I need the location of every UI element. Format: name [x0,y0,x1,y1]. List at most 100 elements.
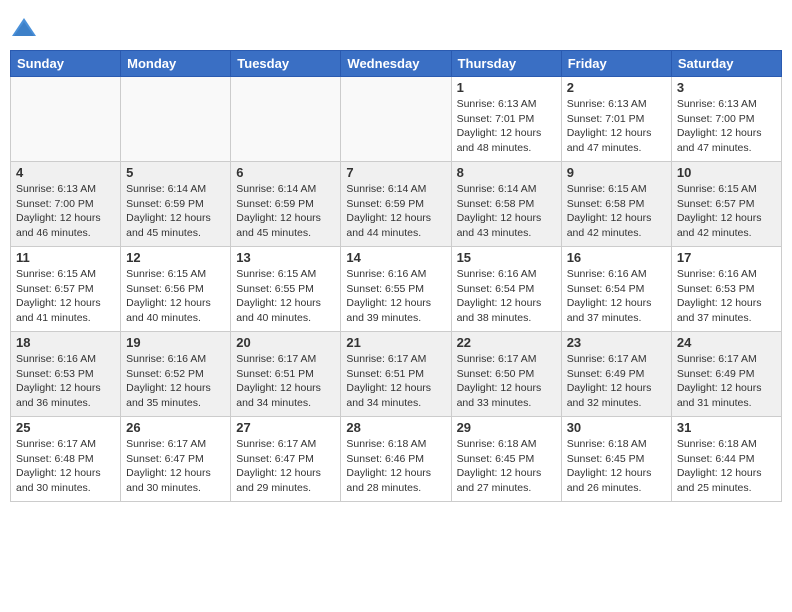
day-number: 6 [236,165,335,180]
day-info: Sunrise: 6:13 AM Sunset: 7:00 PM Dayligh… [16,182,115,241]
calendar-day: 7 Sunrise: 6:14 AM Sunset: 6:59 PM Daylig… [341,162,451,247]
day-number: 24 [677,335,776,350]
calendar-week: 25 Sunrise: 6:17 AM Sunset: 6:48 PM Dayli… [11,417,782,502]
day-number: 15 [457,250,556,265]
day-info: Sunrise: 6:17 AM Sunset: 6:47 PM Dayligh… [236,437,335,496]
day-info: Sunrise: 6:16 AM Sunset: 6:52 PM Dayligh… [126,352,225,411]
calendar-day: 25 Sunrise: 6:17 AM Sunset: 6:48 PM Dayli… [11,417,121,502]
day-number: 9 [567,165,666,180]
header-day: Wednesday [341,51,451,77]
day-info: Sunrise: 6:17 AM Sunset: 6:47 PM Dayligh… [126,437,225,496]
calendar-day: 27 Sunrise: 6:17 AM Sunset: 6:47 PM Dayli… [231,417,341,502]
day-info: Sunrise: 6:16 AM Sunset: 6:53 PM Dayligh… [677,267,776,326]
calendar-day: 18 Sunrise: 6:16 AM Sunset: 6:53 PM Dayli… [11,332,121,417]
day-info: Sunrise: 6:17 AM Sunset: 6:49 PM Dayligh… [567,352,666,411]
calendar-day: 24 Sunrise: 6:17 AM Sunset: 6:49 PM Dayli… [671,332,781,417]
header-day: Thursday [451,51,561,77]
calendar-day: 14 Sunrise: 6:16 AM Sunset: 6:55 PM Dayli… [341,247,451,332]
calendar-day: 16Sunrise: 6:16 AM Sunset: 6:54 PM Dayli… [561,247,671,332]
day-number: 30 [567,420,666,435]
day-number: 18 [16,335,115,350]
calendar-day: 17 Sunrise: 6:16 AM Sunset: 6:53 PM Dayli… [671,247,781,332]
day-number: 17 [677,250,776,265]
day-number: 11 [16,250,115,265]
day-number: 8 [457,165,556,180]
calendar-day: 2 Sunrise: 6:13 AM Sunset: 7:01 PM Daylig… [561,77,671,162]
day-info: Sunrise: 6:17 AM Sunset: 6:49 PM Dayligh… [677,352,776,411]
calendar-week: 4 Sunrise: 6:13 AM Sunset: 7:00 PM Daylig… [11,162,782,247]
day-number: 4 [16,165,115,180]
calendar-day: 3 Sunrise: 6:13 AM Sunset: 7:00 PM Daylig… [671,77,781,162]
day-info: Sunrise: 6:17 AM Sunset: 6:48 PM Dayligh… [16,437,115,496]
calendar-day: 31 Sunrise: 6:18 AM Sunset: 6:44 PM Dayli… [671,417,781,502]
day-number: 21 [346,335,445,350]
day-info: Sunrise: 6:16 AM Sunset: 6:54 PM Dayligh… [567,267,666,326]
calendar-day: 12 Sunrise: 6:15 AM Sunset: 6:56 PM Dayli… [121,247,231,332]
calendar-day: 5 Sunrise: 6:14 AM Sunset: 6:59 PM Daylig… [121,162,231,247]
calendar-week: 11 Sunrise: 6:15 AM Sunset: 6:57 PM Dayli… [11,247,782,332]
day-number: 7 [346,165,445,180]
day-info: Sunrise: 6:18 AM Sunset: 6:45 PM Dayligh… [567,437,666,496]
day-number: 20 [236,335,335,350]
calendar-day: 6 Sunrise: 6:14 AM Sunset: 6:59 PM Daylig… [231,162,341,247]
day-number: 3 [677,80,776,95]
calendar-day: 10 Sunrise: 6:15 AM Sunset: 6:57 PM Dayli… [671,162,781,247]
day-number: 1 [457,80,556,95]
day-number: 10 [677,165,776,180]
logo [10,14,42,42]
day-number: 28 [346,420,445,435]
day-number: 14 [346,250,445,265]
calendar-day: 1Sunrise: 6:13 AM Sunset: 7:01 PM Daylig… [451,77,561,162]
calendar-day: 26 Sunrise: 6:17 AM Sunset: 6:47 PM Dayli… [121,417,231,502]
header-day: Sunday [11,51,121,77]
day-info: Sunrise: 6:13 AM Sunset: 7:00 PM Dayligh… [677,97,776,156]
day-number: 5 [126,165,225,180]
logo-icon [10,14,38,42]
calendar-day [121,77,231,162]
day-info: Sunrise: 6:14 AM Sunset: 6:58 PM Dayligh… [457,182,556,241]
day-number: 25 [16,420,115,435]
day-info: Sunrise: 6:14 AM Sunset: 6:59 PM Dayligh… [346,182,445,241]
day-info: Sunrise: 6:15 AM Sunset: 6:58 PM Dayligh… [567,182,666,241]
calendar-day: 22 Sunrise: 6:17 AM Sunset: 6:50 PM Dayli… [451,332,561,417]
header-day: Monday [121,51,231,77]
day-info: Sunrise: 6:16 AM Sunset: 6:53 PM Dayligh… [16,352,115,411]
calendar-day [231,77,341,162]
day-info: Sunrise: 6:17 AM Sunset: 6:51 PM Dayligh… [346,352,445,411]
day-info: Sunrise: 6:17 AM Sunset: 6:50 PM Dayligh… [457,352,556,411]
day-number: 31 [677,420,776,435]
calendar-day: 11 Sunrise: 6:15 AM Sunset: 6:57 PM Dayli… [11,247,121,332]
calendar-day: 4 Sunrise: 6:13 AM Sunset: 7:00 PM Daylig… [11,162,121,247]
calendar-day: 23Sunrise: 6:17 AM Sunset: 6:49 PM Dayli… [561,332,671,417]
day-number: 19 [126,335,225,350]
day-info: Sunrise: 6:18 AM Sunset: 6:46 PM Dayligh… [346,437,445,496]
day-info: Sunrise: 6:15 AM Sunset: 6:57 PM Dayligh… [16,267,115,326]
header-day: Friday [561,51,671,77]
day-number: 2 [567,80,666,95]
header-day: Saturday [671,51,781,77]
day-info: Sunrise: 6:15 AM Sunset: 6:57 PM Dayligh… [677,182,776,241]
calendar-day: 9 Sunrise: 6:15 AM Sunset: 6:58 PM Daylig… [561,162,671,247]
day-number: 22 [457,335,556,350]
calendar-week: 1 Sunrise: 6:13 AM Sunset: 7:01 PM Daylig… [11,77,782,162]
day-number: 26 [126,420,225,435]
header-day: Tuesday [231,51,341,77]
header-row: SundayMondayTuesdayWednesdayThursdayFrid… [11,51,782,77]
calendar-header: SundayMondayTuesdayWednesdayThursdayFrid… [11,51,782,77]
day-info: Sunrise: 6:13 AM Sunset: 7:01 PM Dayligh… [567,97,666,156]
day-info: Sunrise: 6:14 AM Sunset: 6:59 PM Dayligh… [126,182,225,241]
header [10,10,782,42]
calendar-week: 18 Sunrise: 6:16 AM Sunset: 6:53 PM Dayli… [11,332,782,417]
day-number: 13 [236,250,335,265]
day-number: 27 [236,420,335,435]
day-number: 12 [126,250,225,265]
calendar-day: 8 Sunrise: 6:14 AM Sunset: 6:58 PM Daylig… [451,162,561,247]
day-info: Sunrise: 6:16 AM Sunset: 6:55 PM Dayligh… [346,267,445,326]
day-info: Sunrise: 6:14 AM Sunset: 6:59 PM Dayligh… [236,182,335,241]
day-number: 29 [457,420,556,435]
calendar-day [341,77,451,162]
calendar-day: 29Sunrise: 6:18 AM Sunset: 6:45 PM Dayli… [451,417,561,502]
day-info: Sunrise: 6:18 AM Sunset: 6:44 PM Dayligh… [677,437,776,496]
day-info: Sunrise: 6:15 AM Sunset: 6:56 PM Dayligh… [126,267,225,326]
calendar-day: 30 Sunrise: 6:18 AM Sunset: 6:45 PM Dayli… [561,417,671,502]
